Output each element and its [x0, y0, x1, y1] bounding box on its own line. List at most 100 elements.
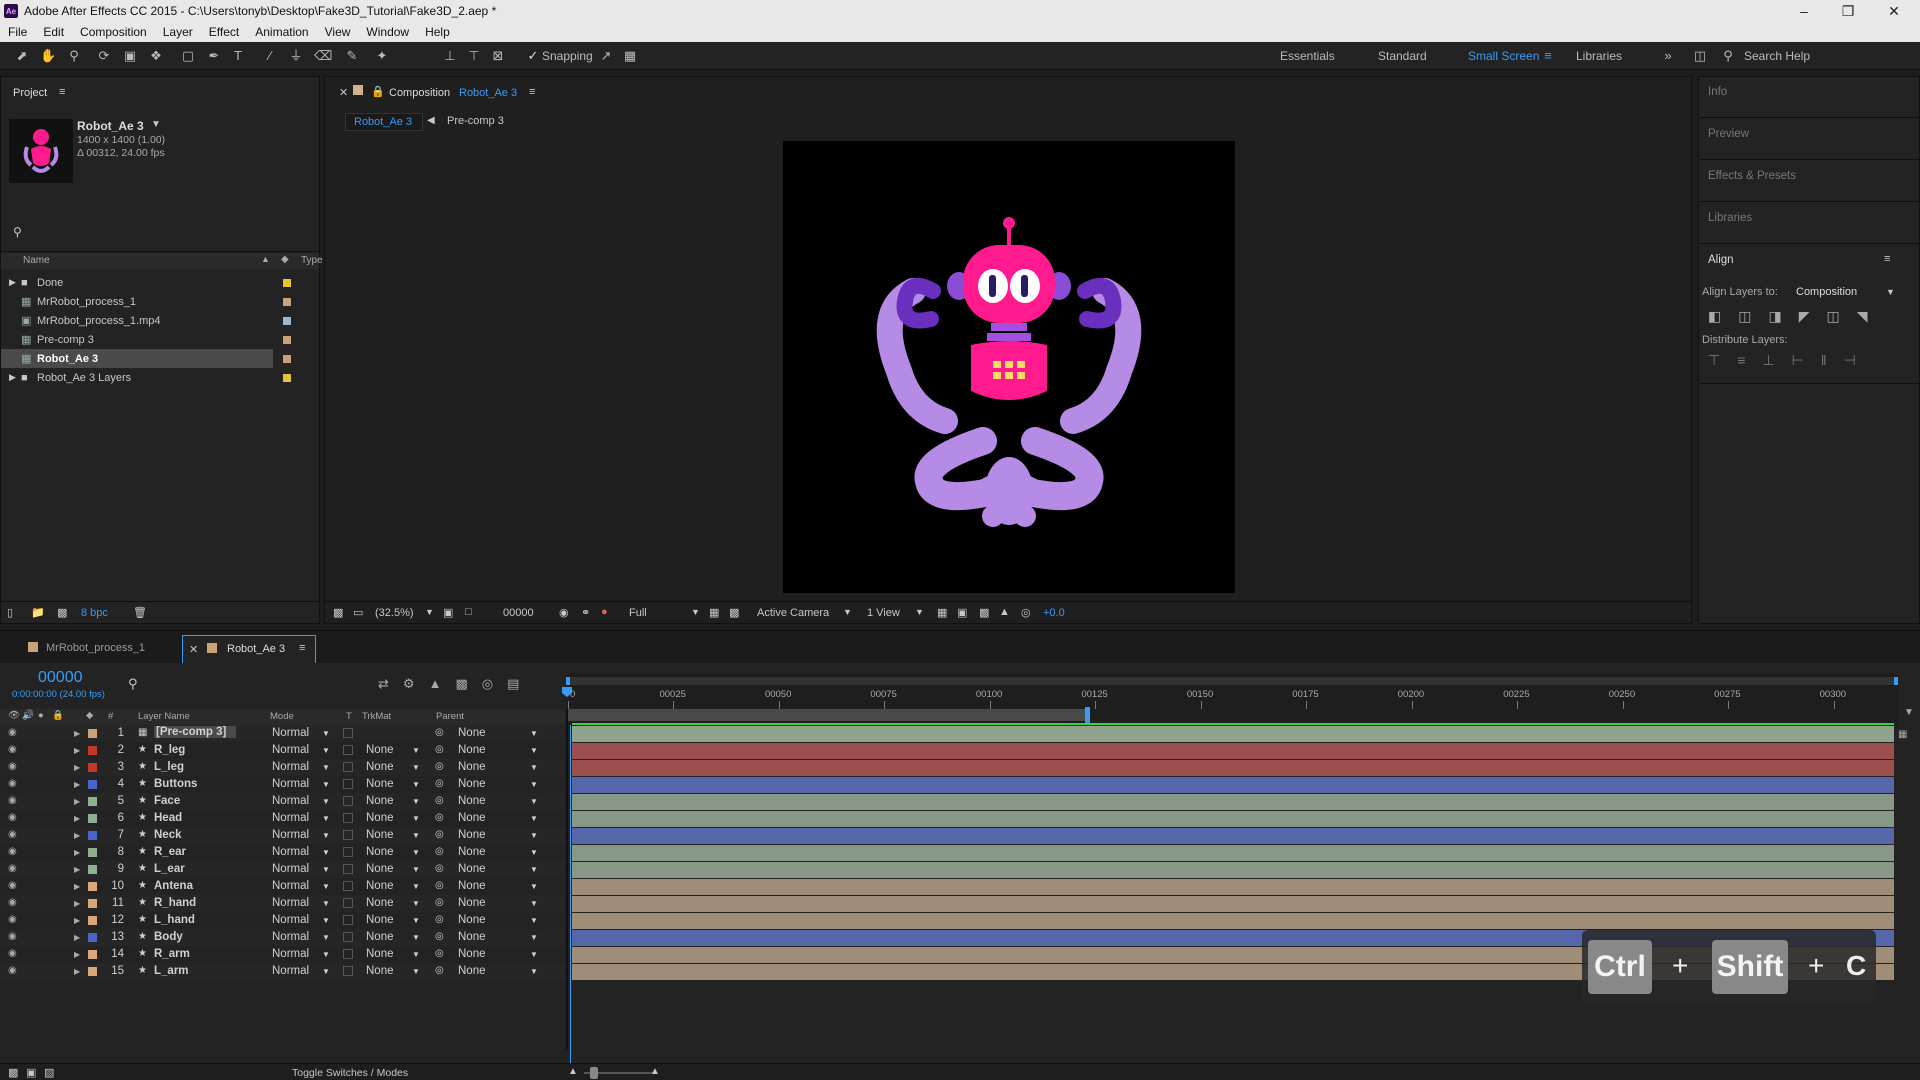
- mode-dropdown-icon[interactable]: ▼: [322, 797, 330, 806]
- workspace-libraries[interactable]: Libraries: [1576, 49, 1622, 63]
- menu-edit[interactable]: Edit: [35, 25, 72, 39]
- view-axis-icon[interactable]: ⊠: [490, 48, 506, 64]
- expand-arrow-icon[interactable]: ▶: [74, 933, 80, 942]
- workspace-standard[interactable]: Standard: [1378, 49, 1427, 63]
- layer-duration-bar[interactable]: [572, 743, 1894, 759]
- column-divider[interactable]: [566, 709, 568, 1049]
- mode-dropdown-icon[interactable]: ▼: [322, 916, 330, 925]
- layer-row[interactable]: ◉ ▶ 2 ★ R_leg Normal ▼ None ▼ ◎ None ▼: [0, 742, 565, 759]
- workspace-small-screen[interactable]: Small Screen: [1468, 49, 1539, 63]
- layer-duration-bar[interactable]: [572, 845, 1894, 861]
- project-item-row[interactable]: ▶ ■ Robot_Ae 3 Layers: [1, 368, 301, 387]
- work-area-end-handle[interactable]: [1085, 707, 1091, 723]
- parent-select[interactable]: None: [458, 914, 486, 926]
- safe-margins-icon[interactable]: □: [465, 606, 472, 618]
- camera-dropdown-icon[interactable]: ▼: [843, 607, 852, 617]
- close-panel-icon[interactable]: ✕: [339, 86, 348, 99]
- layer-mode-select[interactable]: Normal: [272, 795, 309, 807]
- parent-dropdown-icon[interactable]: ▼: [530, 763, 538, 772]
- parent-select[interactable]: None: [458, 948, 486, 960]
- parent-select[interactable]: None: [458, 965, 486, 977]
- align-target-select[interactable]: Composition: [1796, 286, 1857, 298]
- layer-duration-bar[interactable]: [572, 760, 1894, 776]
- trash-icon[interactable]: 🗑: [133, 606, 147, 619]
- info-panel-tab[interactable]: Info: [1708, 86, 1727, 98]
- layer-name[interactable]: Buttons: [154, 778, 197, 790]
- parent-select[interactable]: None: [458, 863, 486, 875]
- exposure-value[interactable]: +0.0: [1043, 607, 1065, 619]
- trkmat-dropdown-icon[interactable]: ▼: [412, 916, 420, 925]
- label-color-swatch[interactable]: [283, 335, 291, 344]
- zoom-out-icon[interactable]: ▲: [568, 1066, 578, 1077]
- pick-whip-icon[interactable]: ◎: [435, 897, 444, 908]
- pick-whip-icon[interactable]: ◎: [435, 914, 444, 925]
- expand-arrow-icon[interactable]: ▶: [74, 848, 80, 857]
- expand-arrow-icon[interactable]: ▶: [74, 831, 80, 840]
- mode-dropdown-icon[interactable]: ▼: [322, 746, 330, 755]
- snap-grid-icon[interactable]: ▦: [622, 48, 638, 64]
- trkmat-dropdown-icon[interactable]: ▼: [412, 933, 420, 942]
- layer-mode-select[interactable]: Normal: [272, 744, 309, 756]
- layer-label-swatch[interactable]: [88, 763, 97, 772]
- trkmat-select[interactable]: None: [366, 897, 394, 909]
- item-dropdown-icon[interactable]: ▼: [151, 119, 161, 130]
- layer-mode-select[interactable]: Normal: [272, 812, 309, 824]
- show-snapshot-icon[interactable]: ⚭: [581, 606, 590, 619]
- expand-arrow-icon[interactable]: ▶: [9, 277, 16, 288]
- pick-whip-icon[interactable]: ◎: [435, 863, 444, 874]
- parent-dropdown-icon[interactable]: ▼: [530, 848, 538, 857]
- time-navigator[interactable]: [566, 677, 1898, 685]
- flowchart-icon[interactable]: ▲: [999, 606, 1010, 618]
- eye-icon[interactable]: ◉: [8, 880, 17, 891]
- layer-name[interactable]: Antena: [154, 880, 193, 892]
- layer-label-swatch[interactable]: [88, 865, 97, 874]
- fast-previews-icon[interactable]: ▣: [957, 606, 967, 619]
- trkmat-select[interactable]: None: [366, 829, 394, 841]
- new-folder-icon[interactable]: 📁: [31, 606, 45, 619]
- eye-icon[interactable]: ◉: [8, 829, 17, 840]
- fit-icon[interactable]: ▣: [443, 606, 453, 619]
- parent-dropdown-icon[interactable]: ▼: [530, 746, 538, 755]
- parent-select[interactable]: None: [458, 761, 486, 773]
- roi-icon[interactable]: ▦: [709, 606, 719, 619]
- preserve-transparency-box[interactable]: [343, 745, 353, 755]
- layer-label-swatch[interactable]: [88, 831, 97, 840]
- parent-dropdown-icon[interactable]: ▼: [530, 865, 538, 874]
- pick-whip-icon[interactable]: ◎: [435, 931, 444, 942]
- roto-brush-tool-icon[interactable]: ✎: [344, 48, 360, 64]
- bit-depth-button[interactable]: 8 bpc: [81, 607, 108, 619]
- layer-duration-bar[interactable]: [572, 862, 1894, 878]
- parent-select[interactable]: None: [458, 829, 486, 841]
- layer-label-swatch[interactable]: [88, 746, 97, 755]
- layer-label-swatch[interactable]: [88, 848, 97, 857]
- layer-row[interactable]: ◉ ▶ 12 ★ L_hand Normal ▼ None ▼ ◎ None ▼: [0, 912, 565, 929]
- pick-whip-icon[interactable]: ◎: [435, 744, 444, 755]
- layer-row[interactable]: ◉ ▶ 1 ▦ [Pre-comp 3] Normal ▼ ◎ None ▼: [0, 725, 565, 742]
- pick-whip-icon[interactable]: ◎: [435, 948, 444, 959]
- layer-label-swatch[interactable]: [88, 814, 97, 823]
- camera-tool-icon[interactable]: ▣: [122, 48, 138, 64]
- trkmat-select[interactable]: None: [366, 948, 394, 960]
- distribute-right-icon[interactable]: ⊣: [1844, 352, 1856, 369]
- preserve-transparency-box[interactable]: [343, 728, 353, 738]
- zoom-dropdown-icon[interactable]: ▼: [425, 607, 434, 617]
- preserve-transparency-box[interactable]: [343, 966, 353, 976]
- eye-icon[interactable]: ◉: [8, 948, 17, 959]
- expand-arrow-icon[interactable]: ▶: [74, 899, 80, 908]
- restore-button[interactable]: ❐: [1828, 0, 1868, 22]
- parent-dropdown-icon[interactable]: ▼: [530, 814, 538, 823]
- align-right-icon[interactable]: ◨: [1768, 308, 1781, 325]
- parent-select[interactable]: None: [458, 931, 486, 943]
- pick-whip-icon[interactable]: ◎: [435, 727, 444, 738]
- trkmat-dropdown-icon[interactable]: ▼: [412, 831, 420, 840]
- eye-icon[interactable]: ◉: [8, 812, 17, 823]
- distribute-bottom-icon[interactable]: ⊥: [1762, 352, 1774, 369]
- tab-mrrobot[interactable]: MrRobot_process_1: [46, 642, 145, 654]
- eye-icon[interactable]: ◉: [8, 863, 17, 874]
- trkmat-select[interactable]: None: [366, 880, 394, 892]
- layer-label-swatch[interactable]: [88, 933, 97, 942]
- preserve-transparency-box[interactable]: [343, 779, 353, 789]
- align-target-dropdown-icon[interactable]: ▼: [1886, 287, 1895, 297]
- parent-dropdown-icon[interactable]: ▼: [530, 933, 538, 942]
- always-preview-icon[interactable]: ▩: [333, 606, 343, 619]
